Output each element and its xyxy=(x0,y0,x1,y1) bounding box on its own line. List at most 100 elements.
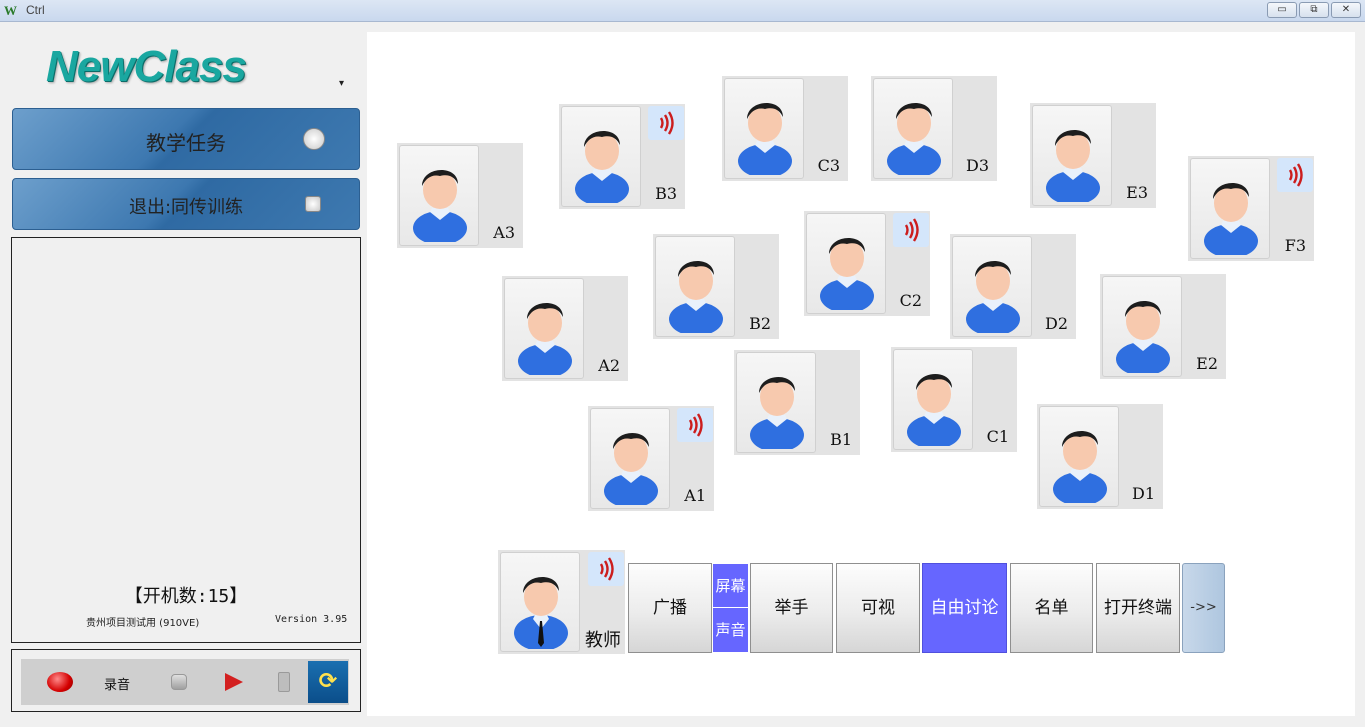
more-button[interactable]: ->> xyxy=(1182,563,1225,653)
seat-label: B1 xyxy=(830,430,852,449)
screen-sound-toggle: 屏幕 声音 xyxy=(713,564,748,652)
seat-label: D2 xyxy=(1044,314,1068,333)
avatar-frame xyxy=(590,408,670,509)
seat-label: A1 xyxy=(684,486,706,505)
visible-button[interactable]: 可视 xyxy=(836,563,920,653)
signal-icon xyxy=(648,106,684,140)
close-button[interactable]: ✕ xyxy=(1331,2,1361,18)
record-label[interactable]: 录音 xyxy=(104,674,130,693)
student-seat-b1[interactable]: B1 xyxy=(734,350,860,455)
exit-training-button[interactable]: 退出:同传训练 xyxy=(12,178,360,230)
stop-icon[interactable] xyxy=(171,674,187,690)
avatar-frame xyxy=(1032,105,1112,206)
student-seat-f3[interactable]: F3 xyxy=(1188,156,1314,261)
student-avatar-icon xyxy=(518,302,572,375)
minimize-button[interactable]: ▭ xyxy=(1267,2,1297,18)
online-count: 【开机数:15】 xyxy=(124,586,248,607)
student-avatar-icon xyxy=(1046,129,1100,202)
app-icon: W xyxy=(4,3,17,18)
avatar-frame xyxy=(1039,406,1119,507)
seat-label: E3 xyxy=(1126,183,1148,202)
avatar-frame xyxy=(724,78,804,179)
avatar-frame xyxy=(1102,276,1182,377)
screen-button[interactable]: 屏幕 xyxy=(713,564,748,608)
recorder-panel: 录音 ⟳ xyxy=(11,649,361,712)
student-seat-a3[interactable]: A3 xyxy=(397,143,523,248)
student-avatar-icon xyxy=(413,169,467,242)
avatar-frame xyxy=(1190,158,1270,259)
avatar-frame xyxy=(736,352,816,453)
free-discussion-button[interactable]: 自由讨论 xyxy=(922,563,1007,653)
sync-icon[interactable]: ⟳ xyxy=(308,661,348,703)
student-avatar-icon xyxy=(887,102,941,175)
left-panel: NewClass ▾ 教学任务 退出:同传训练 【开机数:15】 贵州项目测试用… xyxy=(0,22,366,727)
seat-label: D1 xyxy=(1131,484,1155,503)
teacher-label: 教师 xyxy=(585,630,621,651)
student-avatar-icon xyxy=(669,260,723,333)
student-avatar-icon xyxy=(604,432,658,505)
student-seat-a2[interactable]: A2 xyxy=(502,276,628,381)
seat-label: B2 xyxy=(749,314,771,333)
student-seat-c1[interactable]: C1 xyxy=(891,347,1017,452)
student-avatar-icon xyxy=(1204,182,1258,255)
teacher-signal-icon xyxy=(588,552,624,586)
seat-label: D3 xyxy=(965,156,989,175)
play-icon[interactable] xyxy=(225,673,243,691)
seat-label: E2 xyxy=(1196,354,1218,373)
teacher-avatar-frame xyxy=(500,552,580,652)
student-avatar-icon xyxy=(575,130,629,203)
window-title: Ctrl xyxy=(26,3,45,17)
raise-hand-button[interactable]: 举手 xyxy=(750,563,833,653)
teaching-task-button[interactable]: 教学任务 xyxy=(12,108,360,170)
signal-icon xyxy=(677,408,713,442)
teacher-seat[interactable]: 教师 xyxy=(498,550,625,654)
broadcast-button[interactable]: 广播 xyxy=(628,563,712,653)
seat-label: A3 xyxy=(493,223,515,242)
logo-dropdown-caret-icon[interactable]: ▾ xyxy=(339,78,344,89)
student-seat-d2[interactable]: D2 xyxy=(950,234,1076,339)
seat-label: A2 xyxy=(598,356,620,375)
save-icon[interactable] xyxy=(278,672,290,692)
seat-label: B3 xyxy=(655,184,677,203)
avatar-frame xyxy=(561,106,641,207)
student-avatar-icon xyxy=(907,373,961,446)
student-seat-e2[interactable]: E2 xyxy=(1100,274,1226,379)
record-icon[interactable] xyxy=(47,672,73,692)
recorder-toolbar: 录音 ⟳ xyxy=(21,659,349,705)
avatar-frame xyxy=(952,236,1032,337)
version-text: Version 3.95 xyxy=(275,614,348,625)
restore-button[interactable]: ⧉ xyxy=(1299,2,1329,18)
student-seat-d1[interactable]: D1 xyxy=(1037,404,1163,509)
avatar-frame xyxy=(655,236,735,337)
student-seat-e3[interactable]: E3 xyxy=(1030,103,1156,208)
avatar-frame xyxy=(893,349,973,450)
newclass-logo: NewClass xyxy=(46,42,247,91)
student-avatar-icon xyxy=(750,376,804,449)
student-avatar-icon xyxy=(966,260,1020,333)
student-seat-c2[interactable]: C2 xyxy=(804,211,930,316)
student-seat-a1[interactable]: A1 xyxy=(588,406,714,511)
student-seat-b3[interactable]: B3 xyxy=(559,104,685,209)
roster-button[interactable]: 名单 xyxy=(1010,563,1093,653)
project-name: 贵州项目测试用 (910VE) xyxy=(86,618,200,629)
seat-label: C2 xyxy=(899,291,922,310)
student-avatar-icon xyxy=(820,237,874,310)
signal-icon xyxy=(1277,158,1313,192)
student-seat-c3[interactable]: C3 xyxy=(722,76,848,181)
classroom-area: A3 B3 C3 D3 E3 F3 B2 C2 D2 A2 E2 B1 C1 A… xyxy=(367,32,1355,716)
avatar-frame xyxy=(806,213,886,314)
avatar-frame xyxy=(504,278,584,379)
student-seat-b2[interactable]: B2 xyxy=(653,234,779,339)
student-avatar-icon xyxy=(1053,430,1107,503)
open-terminal-button[interactable]: 打开终端 xyxy=(1096,563,1180,653)
clock-icon xyxy=(303,128,325,150)
seat-label: C3 xyxy=(817,156,840,175)
seat-label: C1 xyxy=(986,427,1009,446)
sound-button[interactable]: 声音 xyxy=(713,608,748,652)
teacher-avatar-icon xyxy=(514,576,568,649)
seat-label: F3 xyxy=(1284,236,1306,255)
student-avatar-icon xyxy=(1116,300,1170,373)
student-seat-d3[interactable]: D3 xyxy=(871,76,997,181)
student-avatar-icon xyxy=(738,102,792,175)
info-panel: 【开机数:15】 贵州项目测试用 (910VE) Version 3.95 xyxy=(11,237,361,643)
